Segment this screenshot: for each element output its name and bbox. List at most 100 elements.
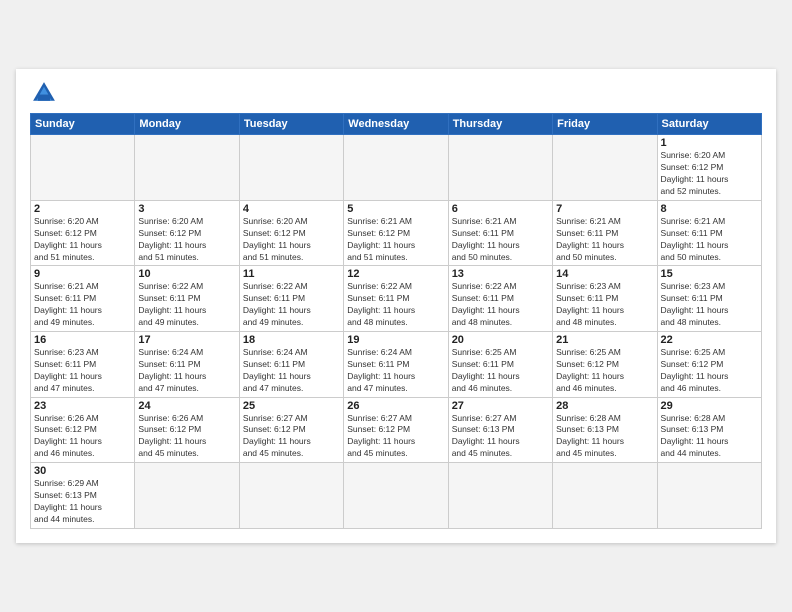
calendar-cell: 15Sunrise: 6:23 AM Sunset: 6:11 PM Dayli… xyxy=(657,266,761,332)
day-info: Sunrise: 6:20 AM Sunset: 6:12 PM Dayligh… xyxy=(138,216,235,264)
day-number: 26 xyxy=(347,400,444,412)
day-info: Sunrise: 6:29 AM Sunset: 6:13 PM Dayligh… xyxy=(34,478,131,526)
day-info: Sunrise: 6:21 AM Sunset: 6:11 PM Dayligh… xyxy=(661,216,758,264)
day-info: Sunrise: 6:26 AM Sunset: 6:12 PM Dayligh… xyxy=(34,413,131,461)
day-info: Sunrise: 6:24 AM Sunset: 6:11 PM Dayligh… xyxy=(243,347,340,395)
calendar-cell xyxy=(135,463,239,529)
day-number: 14 xyxy=(556,268,653,280)
calendar-cell xyxy=(448,135,552,201)
day-info: Sunrise: 6:27 AM Sunset: 6:12 PM Dayligh… xyxy=(243,413,340,461)
weekday-monday: Monday xyxy=(135,114,239,135)
calendar-cell: 27Sunrise: 6:27 AM Sunset: 6:13 PM Dayli… xyxy=(448,397,552,463)
day-number: 10 xyxy=(138,268,235,280)
calendar-cell xyxy=(553,135,657,201)
calendar-cell: 22Sunrise: 6:25 AM Sunset: 6:12 PM Dayli… xyxy=(657,332,761,398)
calendar-cell: 30Sunrise: 6:29 AM Sunset: 6:13 PM Dayli… xyxy=(31,463,135,529)
calendar-cell: 12Sunrise: 6:22 AM Sunset: 6:11 PM Dayli… xyxy=(344,266,448,332)
calendar-cell xyxy=(239,135,343,201)
calendar-cell xyxy=(31,135,135,201)
day-info: Sunrise: 6:27 AM Sunset: 6:13 PM Dayligh… xyxy=(452,413,549,461)
logo-icon xyxy=(30,79,58,107)
day-number: 3 xyxy=(138,203,235,215)
calendar-cell: 11Sunrise: 6:22 AM Sunset: 6:11 PM Dayli… xyxy=(239,266,343,332)
day-info: Sunrise: 6:28 AM Sunset: 6:13 PM Dayligh… xyxy=(556,413,653,461)
day-number: 6 xyxy=(452,203,549,215)
calendar-cell: 13Sunrise: 6:22 AM Sunset: 6:11 PM Dayli… xyxy=(448,266,552,332)
calendar-cell xyxy=(553,463,657,529)
week-row-4: 16Sunrise: 6:23 AM Sunset: 6:11 PM Dayli… xyxy=(31,332,762,398)
calendar-cell: 18Sunrise: 6:24 AM Sunset: 6:11 PM Dayli… xyxy=(239,332,343,398)
calendar-cell: 14Sunrise: 6:23 AM Sunset: 6:11 PM Dayli… xyxy=(553,266,657,332)
day-number: 22 xyxy=(661,334,758,346)
week-row-5: 23Sunrise: 6:26 AM Sunset: 6:12 PM Dayli… xyxy=(31,397,762,463)
calendar-cell: 19Sunrise: 6:24 AM Sunset: 6:11 PM Dayli… xyxy=(344,332,448,398)
week-row-3: 9Sunrise: 6:21 AM Sunset: 6:11 PM Daylig… xyxy=(31,266,762,332)
calendar-cell xyxy=(344,463,448,529)
day-info: Sunrise: 6:21 AM Sunset: 6:12 PM Dayligh… xyxy=(347,216,444,264)
calendar-cell: 9Sunrise: 6:21 AM Sunset: 6:11 PM Daylig… xyxy=(31,266,135,332)
day-number: 12 xyxy=(347,268,444,280)
calendar-cell xyxy=(344,135,448,201)
day-info: Sunrise: 6:22 AM Sunset: 6:11 PM Dayligh… xyxy=(452,281,549,329)
day-number: 24 xyxy=(138,400,235,412)
calendar-cell xyxy=(135,135,239,201)
calendar-cell: 21Sunrise: 6:25 AM Sunset: 6:12 PM Dayli… xyxy=(553,332,657,398)
day-info: Sunrise: 6:25 AM Sunset: 6:12 PM Dayligh… xyxy=(661,347,758,395)
day-info: Sunrise: 6:26 AM Sunset: 6:12 PM Dayligh… xyxy=(138,413,235,461)
day-info: Sunrise: 6:22 AM Sunset: 6:11 PM Dayligh… xyxy=(243,281,340,329)
day-info: Sunrise: 6:21 AM Sunset: 6:11 PM Dayligh… xyxy=(34,281,131,329)
calendar-cell xyxy=(448,463,552,529)
week-row-1: 1Sunrise: 6:20 AM Sunset: 6:12 PM Daylig… xyxy=(31,135,762,201)
day-number: 5 xyxy=(347,203,444,215)
weekday-tuesday: Tuesday xyxy=(239,114,343,135)
day-number: 27 xyxy=(452,400,549,412)
day-number: 18 xyxy=(243,334,340,346)
day-number: 20 xyxy=(452,334,549,346)
day-info: Sunrise: 6:25 AM Sunset: 6:12 PM Dayligh… xyxy=(556,347,653,395)
day-info: Sunrise: 6:23 AM Sunset: 6:11 PM Dayligh… xyxy=(34,347,131,395)
header xyxy=(30,79,762,107)
logo xyxy=(30,79,62,107)
calendar-cell xyxy=(239,463,343,529)
day-info: Sunrise: 6:23 AM Sunset: 6:11 PM Dayligh… xyxy=(556,281,653,329)
day-info: Sunrise: 6:21 AM Sunset: 6:11 PM Dayligh… xyxy=(556,216,653,264)
calendar-cell: 3Sunrise: 6:20 AM Sunset: 6:12 PM Daylig… xyxy=(135,200,239,266)
day-number: 23 xyxy=(34,400,131,412)
weekday-header-row: SundayMondayTuesdayWednesdayThursdayFrid… xyxy=(31,114,762,135)
day-number: 8 xyxy=(661,203,758,215)
day-info: Sunrise: 6:27 AM Sunset: 6:12 PM Dayligh… xyxy=(347,413,444,461)
weekday-thursday: Thursday xyxy=(448,114,552,135)
calendar-cell: 23Sunrise: 6:26 AM Sunset: 6:12 PM Dayli… xyxy=(31,397,135,463)
calendar-cell xyxy=(657,463,761,529)
day-number: 7 xyxy=(556,203,653,215)
weekday-wednesday: Wednesday xyxy=(344,114,448,135)
calendar-cell: 5Sunrise: 6:21 AM Sunset: 6:12 PM Daylig… xyxy=(344,200,448,266)
day-number: 17 xyxy=(138,334,235,346)
day-number: 4 xyxy=(243,203,340,215)
weekday-friday: Friday xyxy=(553,114,657,135)
day-number: 28 xyxy=(556,400,653,412)
calendar-cell: 28Sunrise: 6:28 AM Sunset: 6:13 PM Dayli… xyxy=(553,397,657,463)
day-number: 13 xyxy=(452,268,549,280)
calendar-table: SundayMondayTuesdayWednesdayThursdayFrid… xyxy=(30,113,762,528)
week-row-6: 30Sunrise: 6:29 AM Sunset: 6:13 PM Dayli… xyxy=(31,463,762,529)
day-number: 19 xyxy=(347,334,444,346)
calendar-cell: 4Sunrise: 6:20 AM Sunset: 6:12 PM Daylig… xyxy=(239,200,343,266)
day-info: Sunrise: 6:21 AM Sunset: 6:11 PM Dayligh… xyxy=(452,216,549,264)
calendar-cell: 17Sunrise: 6:24 AM Sunset: 6:11 PM Dayli… xyxy=(135,332,239,398)
calendar-cell: 10Sunrise: 6:22 AM Sunset: 6:11 PM Dayli… xyxy=(135,266,239,332)
day-info: Sunrise: 6:22 AM Sunset: 6:11 PM Dayligh… xyxy=(347,281,444,329)
calendar-cell: 20Sunrise: 6:25 AM Sunset: 6:11 PM Dayli… xyxy=(448,332,552,398)
calendar-cell: 6Sunrise: 6:21 AM Sunset: 6:11 PM Daylig… xyxy=(448,200,552,266)
calendar-cell: 25Sunrise: 6:27 AM Sunset: 6:12 PM Dayli… xyxy=(239,397,343,463)
day-number: 11 xyxy=(243,268,340,280)
calendar-wrapper: SundayMondayTuesdayWednesdayThursdayFrid… xyxy=(16,69,776,542)
day-info: Sunrise: 6:20 AM Sunset: 6:12 PM Dayligh… xyxy=(661,150,758,198)
day-info: Sunrise: 6:28 AM Sunset: 6:13 PM Dayligh… xyxy=(661,413,758,461)
day-number: 9 xyxy=(34,268,131,280)
day-number: 15 xyxy=(661,268,758,280)
day-info: Sunrise: 6:22 AM Sunset: 6:11 PM Dayligh… xyxy=(138,281,235,329)
day-info: Sunrise: 6:24 AM Sunset: 6:11 PM Dayligh… xyxy=(347,347,444,395)
day-number: 29 xyxy=(661,400,758,412)
day-info: Sunrise: 6:20 AM Sunset: 6:12 PM Dayligh… xyxy=(243,216,340,264)
